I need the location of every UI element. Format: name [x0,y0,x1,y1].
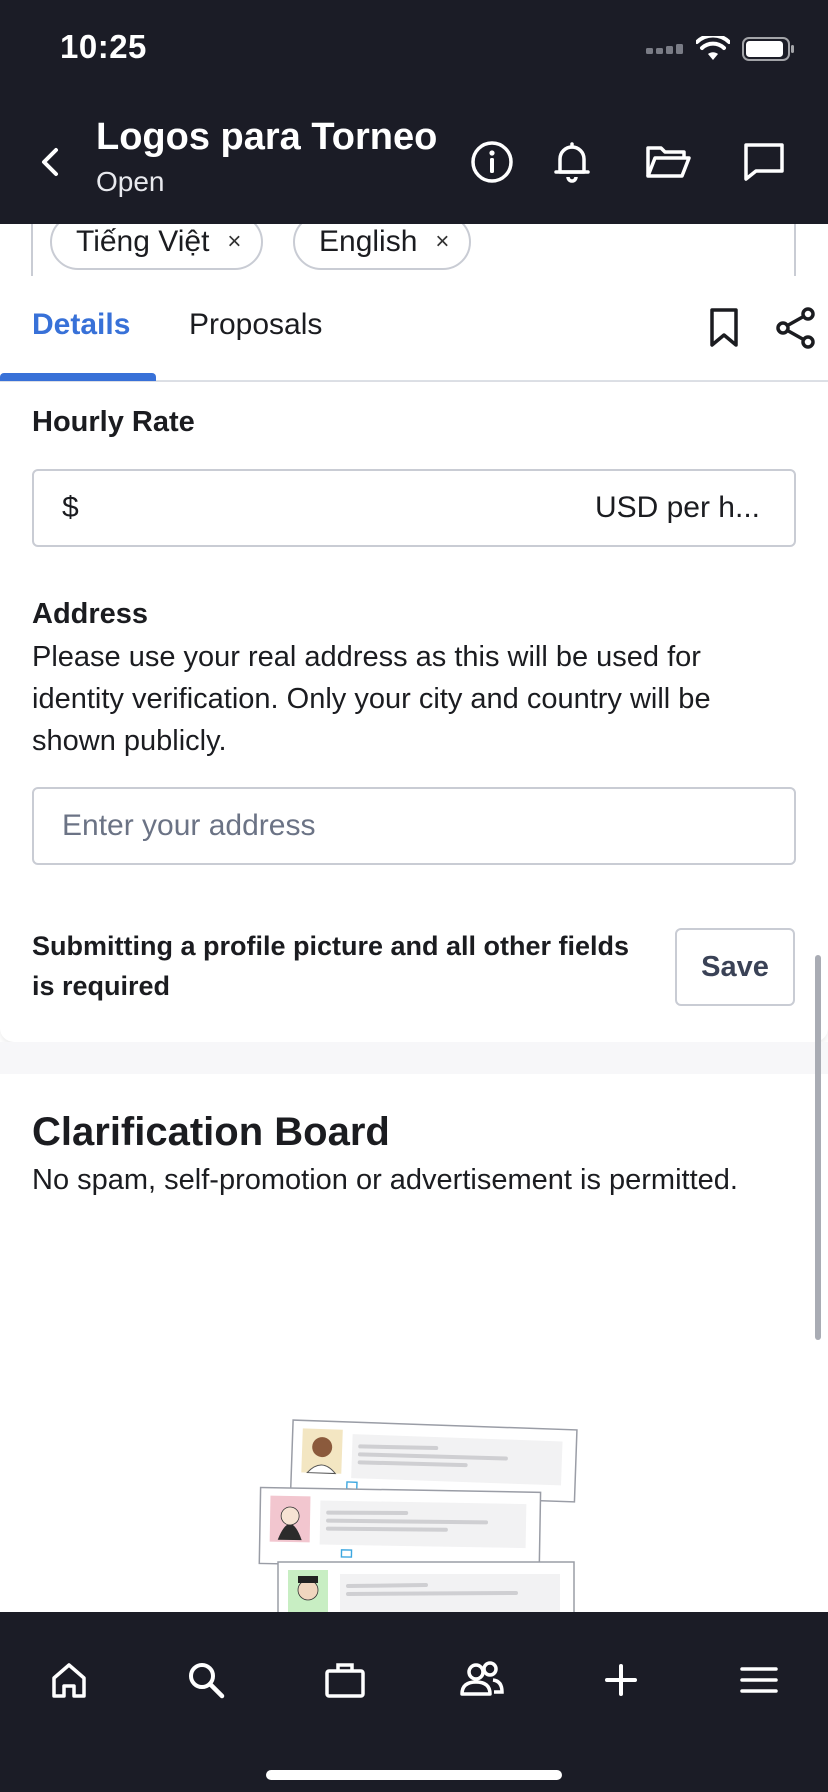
address-label: Address [32,598,149,630]
back-button[interactable] [30,138,70,186]
project-title: Logos para Torneo [96,116,438,158]
hourly-rate-label: Hourly Rate [32,406,195,438]
tab-details[interactable]: Details [32,308,130,342]
empty-board-illustration [258,1419,578,1612]
currency-symbol: $ [62,491,79,524]
folder-open-icon [646,146,691,178]
nav-search[interactable] [174,1648,238,1712]
battery-icon [742,36,796,67]
share-icon [776,307,815,349]
home-icon [52,1663,86,1698]
address-input[interactable]: Enter your address [32,787,796,865]
nav-projects[interactable] [313,1648,377,1712]
nav-home[interactable] [37,1648,101,1712]
clarification-board-title: Clarification Board [32,1110,390,1154]
files-button[interactable] [644,138,692,186]
nav-contacts[interactable] [450,1648,514,1712]
status-time: 10:25 [60,28,147,65]
language-chip-label: English [319,225,418,258]
project-status: Open [96,166,165,197]
tab-bar: Details Proposals [0,276,828,382]
contacts-icon [460,1661,504,1696]
info-icon [471,141,513,183]
remove-icon[interactable]: × [435,228,449,256]
proposal-form-card: Hourly Rate $ USD per h... Address Pleas… [0,382,828,1042]
briefcase-icon [325,1663,365,1698]
notifications-button[interactable] [548,138,596,186]
language-chip[interactable]: English × [293,224,472,270]
project-header: Logos para Torneo Open [0,100,828,224]
remove-icon[interactable]: × [227,228,241,256]
status-bar: 10:25 [0,0,828,100]
share-button[interactable] [772,304,820,352]
bottom-nav [0,1612,828,1792]
rate-unit: USD per h... [594,491,760,524]
home-indicator[interactable] [266,1770,562,1780]
messages-button[interactable] [740,138,788,186]
nav-menu[interactable] [727,1648,791,1712]
menu-icon [740,1667,778,1693]
active-tab-indicator [0,373,156,381]
chevron-left-icon [42,148,58,176]
languages-field: Tiếng Việt × English × [0,224,828,276]
tab-proposals[interactable]: Proposals [189,308,322,342]
clarification-board-subtitle: No spam, self-promotion or advertisement… [32,1164,738,1196]
address-description: Please use your real address as this wil… [32,641,711,757]
bell-icon [554,142,590,183]
wifi-icon [695,33,731,67]
hourly-rate-input[interactable]: $ USD per h... [32,469,796,547]
signal-icon [646,42,684,61]
scrollbar[interactable] [815,955,821,1340]
info-button[interactable] [468,138,516,186]
clarification-board: Clarification Board No spam, self-promot… [0,1074,828,1612]
language-chip-label: Tiếng Việt [76,225,210,258]
section-divider [0,1042,828,1074]
bookmark-icon [710,308,738,347]
save-button[interactable]: Save [675,928,795,1006]
required-note: Submitting a profile picture and all oth… [32,931,630,1001]
nav-post-project[interactable] [589,1648,653,1712]
search-icon [189,1663,225,1699]
bookmark-button[interactable] [700,304,748,352]
plus-icon [605,1664,637,1696]
language-chip[interactable]: Tiếng Việt × [50,224,264,270]
address-placeholder: Enter your address [62,809,316,842]
status-icons [646,33,796,67]
chat-icon [744,143,784,181]
